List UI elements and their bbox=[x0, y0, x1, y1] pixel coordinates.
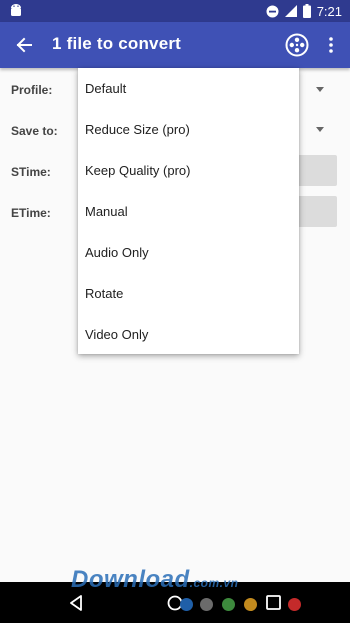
menu-item-keep-quality[interactable]: Keep Quality (pro) bbox=[78, 150, 299, 191]
status-time: 7:21 bbox=[316, 3, 342, 19]
film-reel-icon[interactable] bbox=[285, 33, 309, 57]
watermark-dot-gray bbox=[200, 598, 213, 611]
watermark-text: Download bbox=[71, 566, 190, 593]
watermark: Download.com.vn bbox=[71, 566, 239, 594]
nav-back-icon[interactable] bbox=[69, 595, 83, 611]
page-title: 1 file to convert bbox=[52, 34, 182, 53]
menu-item-default[interactable]: Default bbox=[78, 68, 299, 109]
stime-label: STime: bbox=[11, 165, 51, 179]
more-vert-icon[interactable] bbox=[324, 35, 338, 55]
watermark-sub: .com.vn bbox=[189, 576, 239, 590]
save-to-label: Save to: bbox=[11, 124, 58, 138]
menu-item-manual[interactable]: Manual bbox=[78, 191, 299, 232]
profile-label: Profile: bbox=[11, 83, 53, 97]
back-arrow-icon[interactable] bbox=[14, 35, 34, 55]
profile-dropdown-arrow-icon[interactable] bbox=[316, 87, 324, 92]
signal-icon bbox=[284, 5, 297, 17]
menu-item-video-only[interactable]: Video Only bbox=[78, 314, 299, 355]
do-not-disturb-icon bbox=[266, 5, 279, 17]
menu-item-audio-only[interactable]: Audio Only bbox=[78, 232, 299, 273]
save-to-dropdown-arrow-icon[interactable] bbox=[316, 127, 324, 132]
watermark-dot-red bbox=[288, 598, 301, 611]
watermark-dot-green bbox=[222, 598, 235, 611]
status-bar: 7:21 bbox=[0, 0, 350, 22]
watermark-dot-blue bbox=[180, 598, 193, 611]
nav-recents-icon[interactable] bbox=[266, 595, 281, 610]
app-bar: 1 file to convert bbox=[0, 22, 350, 68]
menu-item-reduce-size[interactable]: Reduce Size (pro) bbox=[78, 109, 299, 150]
android-icon bbox=[11, 4, 21, 16]
watermark-dot-orange bbox=[244, 598, 257, 611]
menu-item-rotate[interactable]: Rotate bbox=[78, 273, 299, 314]
etime-label: ETime: bbox=[11, 206, 51, 220]
battery-icon bbox=[302, 4, 311, 18]
profile-menu: Default Reduce Size (pro) Keep Quality (… bbox=[78, 68, 299, 354]
